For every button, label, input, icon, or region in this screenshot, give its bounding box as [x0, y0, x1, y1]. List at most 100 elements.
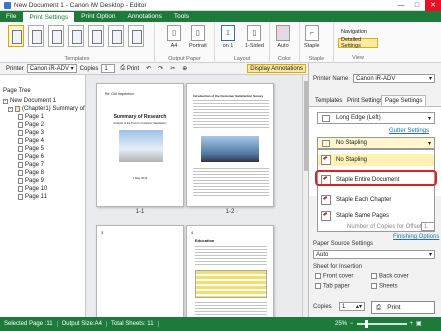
tree-page[interactable]: Page 2 [18, 121, 44, 129]
tree-page[interactable]: Page 6 [18, 153, 44, 161]
tree-page[interactable]: Page 5 [18, 145, 44, 153]
tree-page[interactable]: Page 10 [18, 185, 47, 193]
paper-source-select[interactable]: Auto ▾ [313, 250, 435, 259]
zoom-out-icon[interactable]: − [350, 321, 354, 327]
tree-page[interactable]: Page 11 [18, 193, 47, 201]
staple-chapter-icon [321, 195, 331, 205]
staple-option-chapter[interactable]: Staple Each Chapter [318, 194, 434, 206]
body-text [193, 100, 269, 130]
page-icon [18, 178, 23, 184]
page-tree-title: Page Tree [3, 88, 31, 94]
page-thumbnail[interactable]: Re: Old Inspection Summary of Research A… [96, 83, 184, 207]
tree-document[interactable]: - New Document 1 [3, 97, 56, 105]
ribbon: Templates ▯ A4 ▯ Portrait Output Paper 1… [0, 22, 441, 63]
portrait-icon: ▯ [190, 25, 205, 41]
orientation-button[interactable]: ▯ Portrait [189, 25, 207, 49]
minimize-button[interactable]: — [393, 0, 409, 11]
layout-group: 1 on 1 ▯ 1-Sided Layout [215, 22, 270, 63]
template-1[interactable] [8, 25, 24, 47]
template-3[interactable] [48, 25, 64, 47]
ribbon-tabs: File Print Settings Print Option Annotat… [0, 11, 441, 22]
panel-copies-input[interactable]: 1 ▴▾ [339, 302, 365, 311]
tab-print-option[interactable]: Print Option [75, 11, 121, 22]
copies-input[interactable]: 1 [101, 64, 116, 73]
paper-icon: ▯ [167, 25, 181, 41]
selected-page-status: Selected Page :11 [0, 321, 58, 327]
tab-paper-checkbox[interactable]: Tab paper [315, 283, 350, 290]
template-2[interactable] [28, 25, 44, 47]
tab-print-settings[interactable]: Print Settings [22, 11, 76, 22]
close-button[interactable]: ✕ [425, 0, 441, 11]
template-4[interactable] [68, 25, 84, 47]
template-6[interactable] [108, 25, 124, 47]
panel-print-button[interactable]: ⎙ Print [371, 301, 435, 314]
templates-group: Templates [0, 22, 155, 63]
page-icon [18, 170, 23, 176]
maximize-button[interactable]: □ [409, 0, 425, 11]
tree-page[interactable]: Page 3 [18, 129, 44, 137]
navigation-toggle[interactable]: Navigation [338, 27, 378, 37]
pages-per-sheet-button[interactable]: 1 on 1 [221, 25, 235, 49]
back-cover-checkbox[interactable]: Back cover [371, 273, 409, 280]
tab-page-settings[interactable]: Page Settings [381, 95, 427, 106]
page-tree-panel: Page Tree - New Document 1 - (Chapter1) … [0, 75, 91, 317]
window-title: New Document 1 - Canon iW Desktop - Edit… [14, 1, 147, 9]
templates-label: Templates [64, 56, 90, 62]
collapse-icon[interactable]: - [8, 106, 13, 112]
zoom-slider[interactable] [356, 319, 407, 328]
color-button[interactable]: Auto [276, 25, 290, 49]
tab-tools[interactable]: Tools [168, 11, 195, 22]
tree-page[interactable]: Page 8 [18, 169, 44, 177]
staple-option-none[interactable]: No Stapling [318, 154, 434, 166]
page-thumbnail[interactable]: Introduction of the Customer Satisfactio… [186, 83, 274, 207]
finishing-options-link[interactable]: Finishing Options [393, 234, 439, 240]
page-canvas[interactable]: Re: Old Inspection Summary of Research A… [86, 75, 308, 317]
tree-page[interactable]: Page 9 [18, 177, 44, 185]
front-cover-checkbox[interactable]: Front cover [315, 273, 353, 280]
binding-icon [322, 115, 330, 122]
binding-select[interactable]: Long Edge (Left) ▾ [317, 112, 435, 124]
copies-offset-input[interactable]: 1 [421, 222, 435, 231]
layout-label: Layout [233, 56, 251, 62]
cut-icon[interactable]: ✂ [168, 65, 177, 72]
template-5[interactable] [88, 25, 104, 47]
tree-page[interactable]: Page 7 [18, 161, 44, 169]
pages-per-sheet-icon: 1 [221, 25, 235, 41]
zoom-slider-knob[interactable] [364, 319, 368, 328]
page2-header: Introduction of the Customer Satisfactio… [193, 94, 264, 98]
printer-name-select[interactable]: Canon iR-ADV ▾ [353, 74, 435, 83]
highlight-frame [315, 170, 437, 186]
sides-button[interactable]: ▯ 1-Sided [245, 25, 264, 49]
printer-name-label: Printer Name [313, 76, 349, 82]
page-thumbnail[interactable]: 4 Education [186, 225, 274, 317]
gutter-settings-link[interactable]: Gutter Settings [389, 128, 429, 134]
fit-page-icon[interactable]: ▣ [416, 320, 422, 327]
sheets-checkbox[interactable]: Sheets [371, 283, 398, 290]
template-7[interactable] [128, 25, 144, 47]
body-text [193, 168, 269, 198]
display-annotations-toggle[interactable]: Display Annotations [247, 64, 306, 73]
staple-button[interactable]: ⌐ Staple [304, 25, 320, 49]
output-paper-group: ▯ A4 ▯ Portrait Output Paper [155, 22, 215, 63]
zoom-in-icon[interactable]: + [410, 321, 414, 327]
staple-select[interactable]: No Stapling ▾ [317, 137, 435, 149]
zoom-icon[interactable]: ⊕ [180, 65, 189, 72]
redo-icon[interactable]: ↷ [156, 65, 165, 72]
collapse-icon[interactable]: - [3, 98, 8, 104]
chevron-down-icon: ▾ [427, 115, 431, 122]
tree-page[interactable]: Page 4 [18, 137, 44, 145]
printer-select[interactable]: Canon iR-ADV ▾ [26, 64, 77, 73]
paper-size-button[interactable]: ▯ A4 [167, 25, 181, 49]
page-thumbnail[interactable]: 3 [96, 225, 184, 317]
paper-source-title: Paper Source Settings [313, 241, 374, 247]
staple-option-same[interactable]: Staple Same Pages [318, 210, 434, 222]
tree-page[interactable]: Page 1 [18, 113, 44, 121]
tab-annotations[interactable]: Annotations [121, 11, 167, 22]
print-button[interactable]: ⎙ Print [118, 65, 141, 72]
detailed-settings-toggle[interactable]: Detailed Settings [338, 37, 378, 49]
zoom-control: 25% − + ▣ [335, 319, 422, 328]
tab-templates[interactable]: Templates [311, 95, 346, 106]
tree-chapter[interactable]: - (Chapter1) Summary of R [8, 105, 91, 113]
undo-icon[interactable]: ↶ [144, 65, 153, 72]
tab-file[interactable]: File [0, 11, 22, 22]
